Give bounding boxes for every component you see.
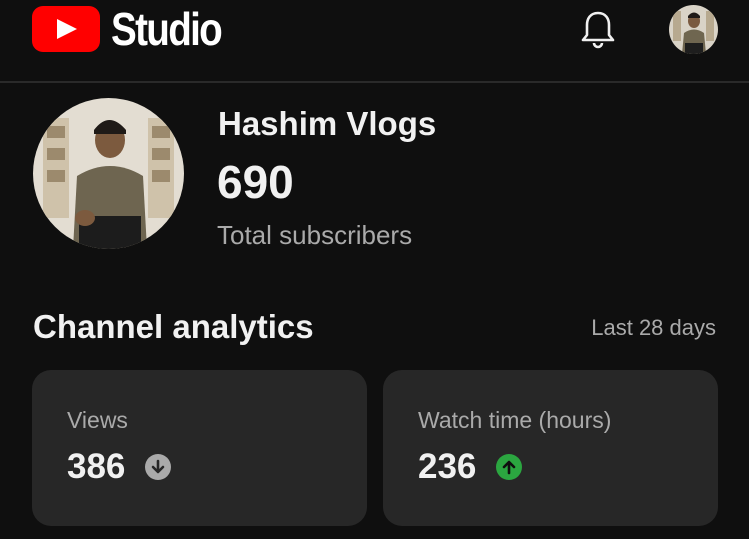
bell-icon	[581, 11, 615, 49]
notifications-button[interactable]	[579, 8, 617, 50]
subscriber-count: 690	[217, 156, 294, 208]
views-label: Views	[67, 407, 128, 433]
date-range-label: Last 28 days	[591, 315, 716, 340]
channel-name: Hashim Vlogs	[218, 105, 437, 142]
views-value: 386	[67, 447, 126, 486]
channel-avatar[interactable]	[33, 98, 184, 249]
studio-logo[interactable]: Studio	[32, 6, 242, 52]
youtube-play-icon	[32, 6, 100, 52]
views-value-row: 386	[67, 446, 172, 488]
views-card[interactable]: Views 386	[32, 370, 367, 526]
watch-time-label: Watch time (hours)	[418, 407, 612, 433]
app-name: Studio	[111, 3, 223, 55]
watch-time-card[interactable]: Watch time (hours) 236	[383, 370, 718, 526]
arrow-up-circle-icon	[496, 454, 523, 480]
studio-app: Studio Hashim Vlogs 690 Total subscriber…	[0, 0, 749, 539]
account-avatar[interactable]	[669, 5, 718, 54]
top-bar: Studio	[0, 0, 749, 83]
watch-time-value: 236	[418, 447, 477, 486]
subscriber-label: Total subscribers	[217, 220, 413, 250]
arrow-down-circle-icon	[145, 454, 172, 480]
analytics-title: Channel analytics	[33, 308, 314, 345]
watch-time-value-row: 236	[418, 446, 523, 488]
